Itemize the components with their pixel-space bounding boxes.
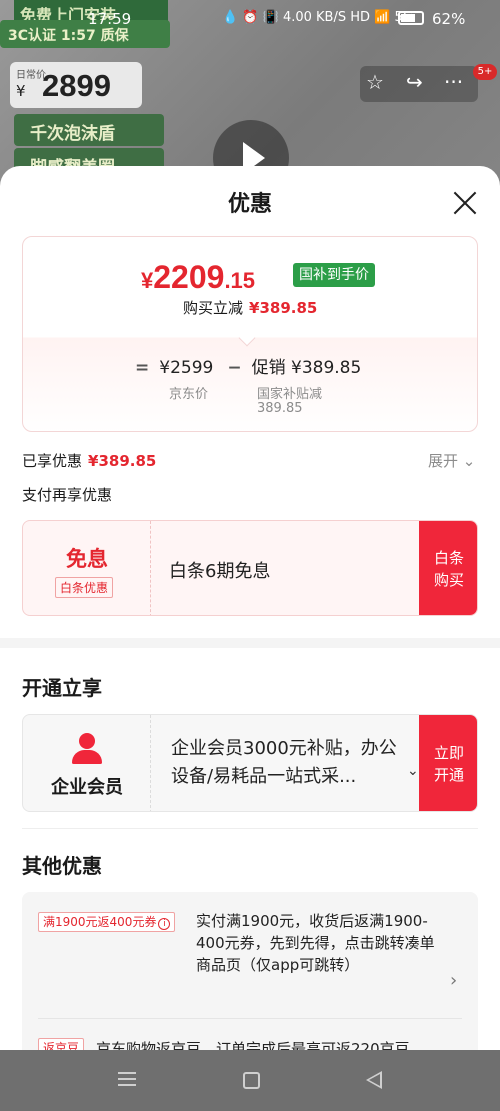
instant-discount-amount: ¥389.85 bbox=[249, 299, 318, 317]
home-icon[interactable] bbox=[243, 1072, 260, 1089]
other-section-title: 其他优惠 bbox=[22, 854, 102, 878]
jd-bean-tag: 返京豆 bbox=[38, 1038, 85, 1050]
star-icon[interactable]: ☆ bbox=[366, 70, 384, 94]
member-description: 企业会员3000元补贴，办公设备/易耗品一站式采... bbox=[171, 738, 397, 787]
subsidy-label: 国家补贴减 bbox=[257, 387, 323, 402]
status-bar: 17:59 💧 ⏰ 📳 4.00 KB/S HD 📶 5G 62% bbox=[0, 0, 500, 36]
close-icon[interactable] bbox=[450, 188, 480, 218]
formula-minus: − bbox=[227, 358, 242, 378]
offer-separator bbox=[38, 1018, 462, 1019]
back-icon[interactable] bbox=[366, 1071, 382, 1089]
baitiao-buy-line1: 白条 bbox=[433, 549, 464, 567]
instant-discount-row: 购买立减 ¥389.85 bbox=[183, 297, 317, 318]
sheet-title: 优惠 bbox=[227, 192, 272, 217]
battery-percent: 62% bbox=[432, 10, 466, 28]
final-price-decimal: .15 bbox=[224, 268, 256, 293]
member-left: 企业会员 bbox=[23, 715, 151, 811]
baitiao-offer-left: 免息 白条优惠 bbox=[23, 521, 151, 615]
price-formula: = ¥2599− 促销 ¥389.85 bbox=[135, 353, 361, 378]
more-icon[interactable]: ··· bbox=[444, 70, 463, 94]
promo-amount: ¥389.85 bbox=[291, 358, 362, 378]
thin-divider bbox=[22, 828, 478, 829]
baitiao-buy-button[interactable]: 白条 购买 bbox=[419, 521, 477, 615]
final-price-integer: 2209 bbox=[153, 259, 225, 295]
info-icon[interactable]: i bbox=[158, 918, 171, 930]
chevron-right-icon[interactable]: › bbox=[450, 970, 457, 991]
jd-price-label: 京东价 bbox=[169, 387, 209, 402]
card-caret bbox=[238, 329, 256, 347]
share-icon[interactable]: ↪ bbox=[406, 70, 423, 94]
discount-sheet: 优惠 ¥2209.15 国补到手价 购买立减 ¥389.85 = ¥2599− 促销 … bbox=[0, 166, 500, 1050]
formula-equals: = bbox=[135, 358, 150, 378]
instant-discount-label: 购买立减 bbox=[183, 299, 244, 317]
jd-bean-description: 京东购物返京豆，订单完成后最高可返220京豆 bbox=[96, 1040, 410, 1050]
pay-more-label: 支付再享优惠 bbox=[22, 486, 113, 504]
enterprise-member-card[interactable]: 企业会员 企业会员3000元补贴，办公设备/易耗品一站式采... ⌄ 立即 开通 bbox=[22, 714, 478, 812]
coupon-tag: 满1900元返400元券 i bbox=[38, 912, 176, 932]
enjoyed-discount-amount: ¥389.85 bbox=[88, 452, 157, 470]
coupon-tag-label: 满1900元返400元券 bbox=[43, 915, 157, 929]
baitiao-interest-free: 免息 bbox=[66, 547, 108, 571]
section-divider bbox=[0, 638, 500, 648]
person-icon bbox=[72, 733, 102, 765]
daily-price-yen: ¥ bbox=[16, 82, 26, 100]
final-price: ¥2209.15 bbox=[141, 259, 255, 296]
product-actions: ☆ ↪ ··· bbox=[360, 66, 478, 102]
other-offers-card: 满1900元返400元券 i 实付满1900元，收货后返满1900-400元券，先… bbox=[22, 892, 478, 1050]
expand-button[interactable]: 展开 ⌄ bbox=[428, 450, 475, 471]
open-section-title: 开通立享 bbox=[22, 676, 102, 700]
subsidy-amount: 389.85 bbox=[257, 401, 303, 416]
status-icons: 💧 ⏰ 📳 4.00 KB/S HD 📶 5G bbox=[222, 10, 413, 25]
status-time: 17:59 bbox=[88, 10, 132, 28]
open-member-line2: 开通 bbox=[433, 766, 464, 784]
system-nav-bar bbox=[0, 1050, 500, 1111]
chevron-down-icon[interactable]: ⌄ bbox=[407, 763, 419, 779]
baitiao-description: 白条6期免息 bbox=[169, 561, 271, 582]
message-badge: 5+ bbox=[473, 64, 497, 80]
price-breakdown-card: ¥2209.15 国补到手价 购买立减 ¥389.85 = ¥2599− 促销 ¥38… bbox=[22, 236, 478, 432]
baitiao-tag: 白条优惠 bbox=[55, 577, 114, 598]
daily-price-value: 2899 bbox=[42, 68, 111, 103]
member-name: 企业会员 bbox=[51, 777, 123, 798]
subsidy-price-badge: 国补到手价 bbox=[293, 263, 375, 287]
promo-label: 促销 bbox=[251, 358, 286, 378]
daily-price-tag: 日常价 ¥ 2899 bbox=[10, 62, 142, 108]
final-price-yen: ¥ bbox=[141, 268, 154, 293]
menu-icon[interactable] bbox=[118, 1072, 136, 1086]
coupon-description[interactable]: 实付满1900元，收货后返满1900-400元券，先到先得，点击跳转凑单商品页（… bbox=[196, 910, 440, 976]
enjoyed-discount-row: 已享优惠 ¥389.85 bbox=[22, 450, 156, 471]
open-member-line1: 立即 bbox=[433, 744, 464, 762]
enjoyed-discount-label: 已享优惠 bbox=[22, 452, 83, 470]
feature-label-1: 千次泡沫盾 bbox=[14, 114, 164, 146]
open-member-button[interactable]: 立即 开通 bbox=[419, 715, 477, 811]
baitiao-buy-line2: 购买 bbox=[433, 571, 464, 589]
baitiao-offer-card[interactable]: 免息 白条优惠 白条6期免息 白条 购买 bbox=[22, 520, 478, 616]
battery-icon bbox=[398, 11, 424, 25]
jd-price-value: ¥2599 bbox=[159, 358, 214, 378]
